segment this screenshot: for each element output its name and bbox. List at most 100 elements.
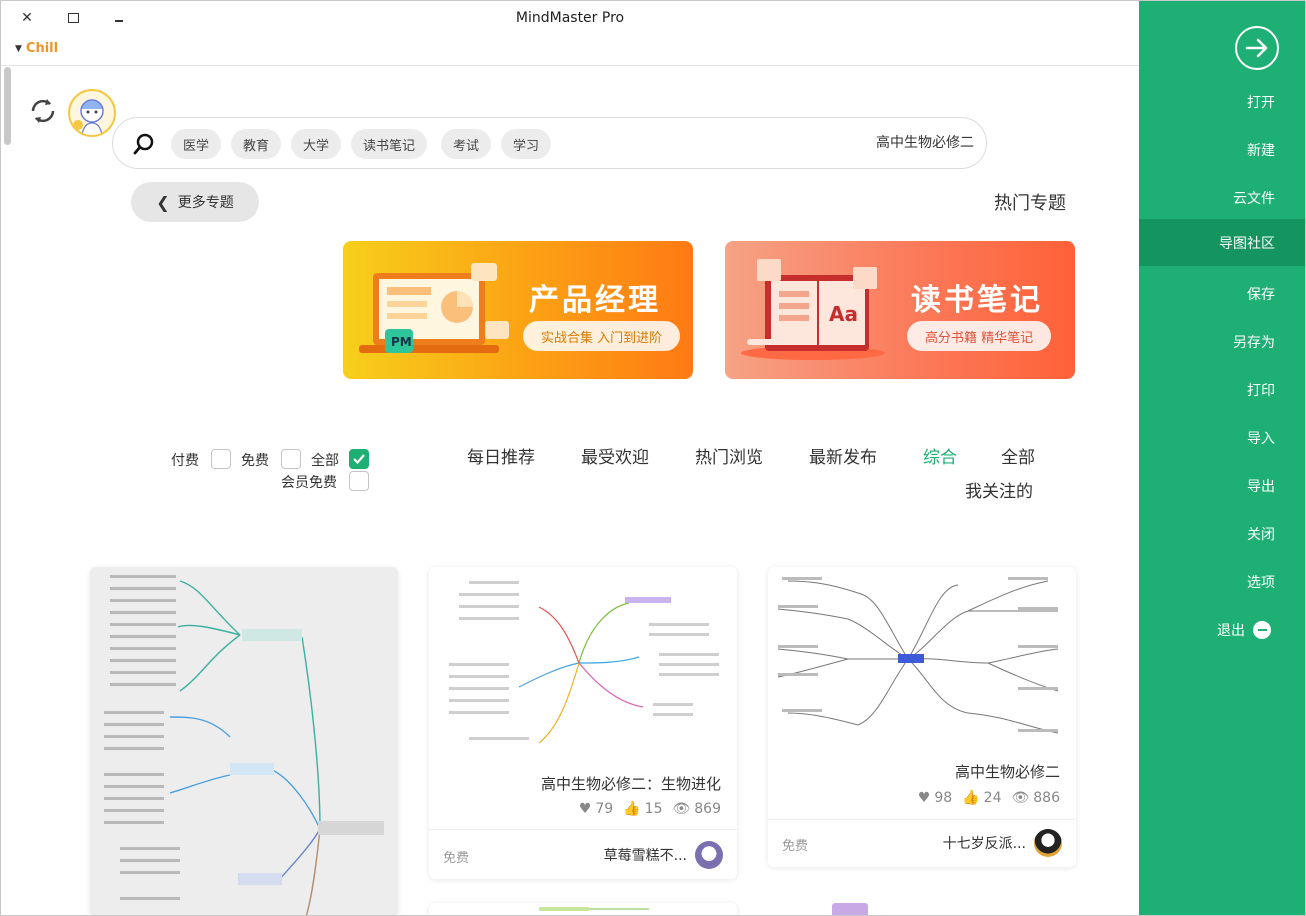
sidebar-item-save-as[interactable]: 另存为 (1139, 318, 1305, 365)
scrollbar-thumb[interactable] (4, 67, 11, 145)
favorites-stat: ♥ 79 (579, 801, 613, 817)
tab-comprehensive[interactable]: 综合 (923, 443, 957, 468)
sidebar-item-save[interactable]: 保存 (1139, 270, 1305, 317)
likes-stat: 👍 15 (623, 801, 662, 817)
sidebar-item-print[interactable]: 打印 (1139, 366, 1305, 413)
sidebar-item-label: 云文件 (1233, 190, 1275, 207)
sidebar-item-new[interactable]: 新建 (1139, 126, 1305, 173)
window-title: MindMaster Pro (515, 10, 625, 26)
checkbox-free-label: 免费 (241, 453, 269, 469)
eye-icon: 👁 (1011, 790, 1030, 806)
sidebar-item-label: 导入 (1247, 430, 1275, 447)
search-tag[interactable]: 读书笔记 (351, 129, 428, 159)
tab-all[interactable]: 全部 (1001, 443, 1035, 468)
search-icon[interactable] (133, 133, 155, 155)
sidebar-item-options[interactable]: 选项 (1139, 558, 1305, 605)
card-stats: ♥ 79 👍 15 👁 869 (579, 801, 721, 817)
favorites-stat: ♥ 98 (918, 790, 952, 806)
banner-subtitle: 实战合集 入门到进阶 (523, 321, 681, 351)
search-tag[interactable]: 医学 (171, 129, 222, 159)
checkbox-paid-label: 付费 (171, 453, 199, 469)
mindmap-card[interactable]: 高中生物必修二 ♥ 98 👍 24 👁 886 十七岁反派... 免费 (768, 567, 1076, 867)
file-sidebar: 打开 新建 云文件 导图社区 保存 另存为 打印 导入 导出 关闭 选项 退出 (1139, 1, 1305, 915)
banner-title: 产品经理 (529, 283, 661, 318)
likes-count: 15 (644, 801, 663, 817)
sidebar-item-label: 保存 (1247, 286, 1275, 303)
sidebar-item-label: 打开 (1247, 94, 1275, 111)
banner-product-manager[interactable]: PM 产品经理 实战合集 入门到进阶 (343, 241, 693, 379)
sidebar-item-label: 新建 (1247, 142, 1275, 159)
sidebar-item-label: 导图社区 (1219, 235, 1275, 252)
checkbox-all[interactable] (349, 449, 369, 469)
tab-hot-views[interactable]: 热门浏览 (695, 443, 763, 468)
tab-most-popular[interactable]: 最受欢迎 (581, 443, 649, 468)
chevron-left-icon: ❮ (156, 192, 170, 212)
sidebar-item-close[interactable]: 关闭 (1139, 510, 1305, 557)
card-title: 高中生物必修二 (954, 763, 1060, 781)
mindmap-card[interactable] (429, 903, 737, 915)
sidebar-item-label: 退出 (1217, 622, 1245, 639)
title-bar: ✕ MindMaster Pro (1, 1, 1139, 37)
card-author[interactable]: 草莓雪糕不... (604, 841, 723, 869)
open-arrow-icon[interactable] (1235, 26, 1279, 70)
card-divider (429, 829, 737, 830)
sidebar-item-export[interactable]: 导出 (1139, 462, 1305, 509)
likes-count: 24 (983, 790, 1002, 806)
checkbox-member-free-label: 会员免费 (281, 475, 337, 491)
search-tag[interactable]: 学习 (501, 129, 552, 159)
mindmap-thumbnail (449, 581, 719, 744)
brand-menu[interactable]: ▼ Chill (15, 41, 58, 56)
sidebar-item-community[interactable]: 导图社区 (1139, 219, 1305, 266)
card-divider (768, 819, 1076, 820)
user-avatar[interactable] (68, 89, 116, 137)
more-topics-button[interactable]: ❮ 更多专题 (131, 182, 259, 222)
views-count: 869 (694, 801, 721, 817)
thumbs-up-icon: 👍 (962, 790, 980, 806)
mindmap-card[interactable] (90, 567, 398, 915)
sidebar-item-open[interactable]: 打开 (1139, 78, 1305, 125)
search-input[interactable] (834, 134, 974, 150)
search-bar: 医学 教育 大学 读书笔记 考试 学习 (112, 117, 987, 169)
mindmap-card[interactable] (768, 903, 1076, 915)
price-label: 免费 (443, 851, 470, 866)
tab-daily-picks[interactable]: 每日推荐 (467, 443, 535, 468)
sidebar-item-exit[interactable]: 退出 (1139, 606, 1305, 653)
author-avatar (695, 841, 723, 869)
search-tag[interactable]: 教育 (231, 129, 282, 159)
tab-following[interactable]: 我关注的 (965, 477, 1033, 502)
author-avatar (1034, 829, 1062, 857)
tab-latest[interactable]: 最新发布 (809, 443, 877, 468)
search-tag[interactable]: 大学 (291, 129, 342, 159)
favorites-count: 79 (595, 801, 614, 817)
mindmap-thumbnail (777, 577, 1059, 734)
hot-topics-title: 热门专题 (994, 193, 1066, 214)
sidebar-item-label: 打印 (1247, 382, 1275, 399)
mindmap-thumbnail (539, 907, 649, 911)
sidebar-item-label: 关闭 (1247, 526, 1275, 543)
checkbox-paid[interactable] (211, 449, 231, 469)
checkbox-free[interactable] (281, 449, 301, 469)
book-illustration: Aa (741, 259, 885, 360)
sidebar-item-label: 另存为 (1233, 334, 1275, 351)
mindmap-card[interactable]: 高中生物必修二：生物进化 ♥ 79 👍 15 👁 869 草莓雪糕不... 免费 (429, 567, 737, 879)
sidebar-item-cloud-files[interactable]: 云文件 (1139, 174, 1305, 221)
more-topics-label: 更多专题 (177, 195, 234, 211)
thumbs-up-icon: 👍 (623, 801, 641, 817)
views-stat: 👁 869 (672, 801, 721, 817)
banner-reading-notes[interactable]: Aa 读书笔记 高分书籍 精华笔记 (725, 241, 1075, 379)
sync-icon[interactable] (25, 93, 61, 129)
laptop-illustration: PM (359, 263, 509, 353)
search-tag[interactable]: 考试 (441, 129, 492, 159)
minus-circle-icon (1253, 620, 1271, 639)
card-author[interactable]: 十七岁反派... (943, 829, 1062, 857)
mindmap-thumbnail (832, 903, 868, 915)
favorites-count: 98 (934, 790, 953, 806)
sidebar-item-import[interactable]: 导入 (1139, 414, 1305, 461)
card-title: 高中生物必修二：生物进化 (540, 775, 721, 793)
views-stat: 👁 886 (1011, 790, 1060, 806)
vertical-scrollbar[interactable] (4, 67, 13, 913)
sidebar-item-label: 选项 (1247, 574, 1275, 591)
views-count: 886 (1033, 790, 1060, 806)
checkbox-member-free[interactable] (349, 471, 369, 491)
card-stats: ♥ 98 👍 24 👁 886 (918, 790, 1060, 806)
